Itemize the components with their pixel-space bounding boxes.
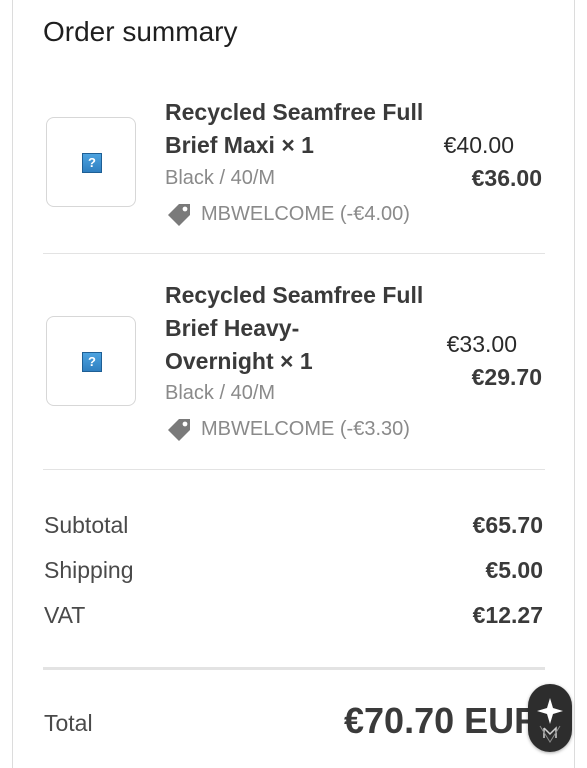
vat-value: €12.27	[472, 602, 543, 628]
item-divider	[43, 253, 545, 254]
tag-icon	[168, 204, 190, 226]
broken-image-icon: ?	[82, 153, 102, 173]
final-price: €29.70	[471, 364, 542, 390]
tag-icon	[168, 419, 190, 441]
items-divider	[43, 469, 545, 470]
vat-label: VAT	[44, 602, 86, 628]
product-name-line: Recycled Seamfree Full	[165, 282, 424, 308]
product-name-line: Brief Heavy-	[165, 315, 300, 341]
discount-label: MBWELCOME (-€3.30)	[201, 417, 410, 440]
broken-image-icon: ?	[82, 352, 102, 372]
product-variant: Black / 40/M	[165, 382, 276, 404]
subtotal-label: Subtotal	[44, 512, 129, 538]
final-price: €36.00	[471, 165, 542, 191]
total-value: €70.70 EUR	[344, 700, 541, 741]
product-name-line: Recycled Seamfree Full	[165, 99, 424, 125]
shipping-value: €5.00	[485, 557, 543, 583]
right-frame-border	[574, 0, 575, 768]
discount-code: MBWELCOME (-€4.00)	[165, 200, 410, 228]
product-thumbnail: ?	[46, 316, 136, 406]
left-frame-border	[12, 0, 13, 768]
page-title: Order summary	[43, 16, 238, 47]
discount-label: MBWELCOME (-€4.00)	[201, 202, 410, 225]
shipping-label: Shipping	[44, 557, 134, 583]
product-name-line: Brief Maxi × 1	[165, 132, 314, 158]
product-thumbnail: ?	[46, 117, 136, 207]
product-name-line: Overnight × 1	[165, 348, 313, 374]
chat-widget-icon	[537, 698, 563, 743]
original-price: €40.00	[443, 132, 514, 158]
product-name: Recycled Seamfree Full Brief Heavy- Over…	[165, 279, 423, 378]
original-price: €33.00	[446, 331, 517, 357]
discount-code: MBWELCOME (-€3.30)	[165, 415, 410, 443]
total-divider	[43, 667, 545, 670]
product-variant: Black / 40/M	[165, 167, 276, 189]
product-name: Recycled Seamfree Full Brief Maxi × 1	[165, 96, 423, 162]
chat-widget-button[interactable]	[528, 684, 572, 752]
subtotal-value: €65.70	[472, 512, 543, 538]
total-label: Total	[44, 710, 93, 736]
